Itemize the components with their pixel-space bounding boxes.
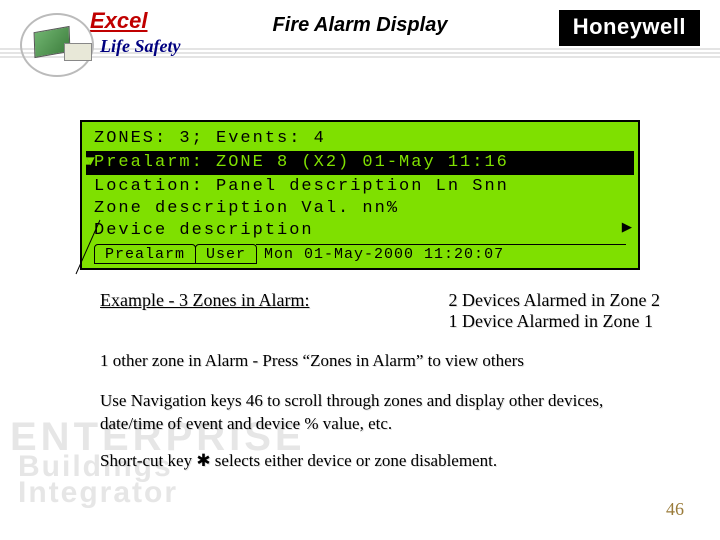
brand-subtitle: Life Safety — [100, 36, 180, 57]
lcd-line-selected: ▲▼ Prealarm: ZONE 8 (X2) 01-May 11:16 — [86, 151, 634, 175]
body-paragraph-2: Use Navigation keys 46 to scroll through… — [100, 390, 660, 436]
header: Excel Life Safety Fire Alarm Display Hon… — [0, 0, 720, 60]
product-logo-area: Excel Life Safety — [20, 8, 180, 57]
lcd-line-device-desc: Device description — [94, 220, 626, 242]
fire-alarm-lcd: ZONES: 3; Events: 4 ▲▼ Prealarm: ZONE 8 … — [80, 120, 640, 270]
example-caption: Example - 3 Zones in Alarm: 2 Devices Al… — [100, 290, 660, 332]
watermark-line3: Integrator — [18, 480, 306, 506]
lcd-line-location: Location: Panel description Ln Snn — [94, 176, 626, 198]
body-paragraph-3: Short-cut key ✱ selects either device or… — [100, 450, 660, 473]
scroll-indicator-icon: ▲▼ — [82, 153, 91, 171]
lcd-line-selected-text: Prealarm: ZONE 8 (X2) 01-May 11:16 — [94, 153, 509, 172]
right-arrow-icon: ▶ — [622, 218, 634, 240]
product-icon — [20, 13, 110, 73]
lcd-line-zones: ZONES: 3; Events: 4 — [94, 128, 626, 150]
body-paragraph-1: 1 other zone in Alarm - Press “Zones in … — [100, 350, 660, 373]
vendor-logo: Honeywell — [559, 10, 700, 46]
caption-detail-line2: 1 Device Alarmed in Zone 1 — [449, 311, 660, 332]
lcd-status-time: Mon 01-May-2000 11:20:07 — [256, 244, 626, 264]
caption-details: 2 Devices Alarmed in Zone 2 1 Device Ala… — [449, 290, 660, 332]
caption-detail-line1: 2 Devices Alarmed in Zone 2 — [449, 290, 660, 311]
page-title: Fire Alarm Display — [273, 14, 448, 37]
slide-number: 46 — [666, 499, 684, 520]
caption-title: Example - 3 Zones in Alarm: — [100, 290, 309, 332]
tab-user[interactable]: User — [195, 244, 257, 264]
tab-prealarm[interactable]: Prealarm — [94, 244, 196, 264]
lcd-line-zone-desc: Zone description Val. nn% — [94, 198, 626, 220]
lcd-tab-row: Prealarm User Mon 01-May-2000 11:20:07 — [94, 244, 626, 264]
